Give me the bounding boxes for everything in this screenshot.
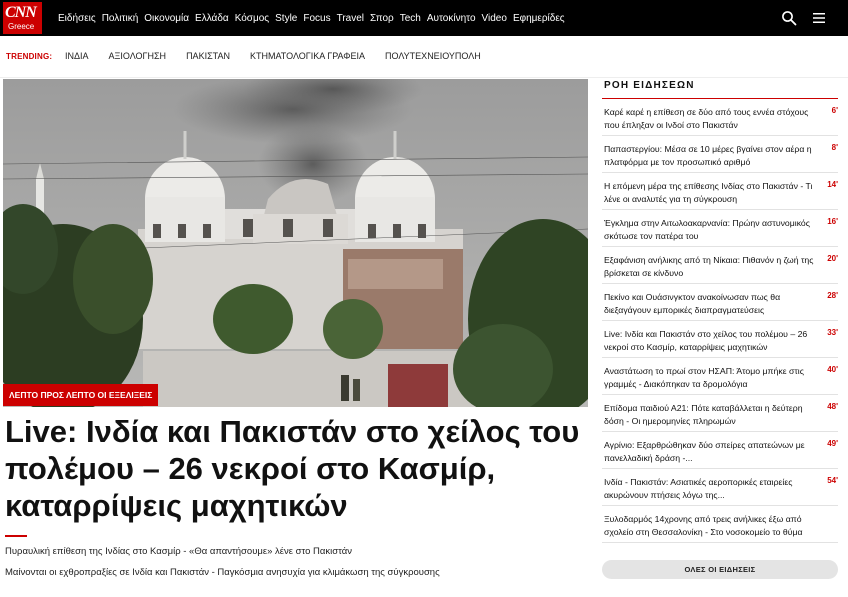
news-feed-list: Καρέ καρέ η επίθεση σε δύο από τους εννέ… <box>602 99 838 543</box>
news-feed-item-age: 20' <box>827 254 838 263</box>
top-navigation-bar: CNN Greece Ειδήσεις Πολιτική Οικονομία Ελλά… <box>0 0 848 36</box>
hamburger-menu-icon[interactable] <box>812 11 826 25</box>
trending-topics: ΙΝΔΙΑ ΑΞΙΟΛΟΓΗΣΗ ΠΑΚΙΣΤΑΝ ΚΤΗΜΑΤΟΛΟΓΙΚΑ ΓΡΑ… <box>65 51 481 61</box>
news-feed-title: ΡΟΗ ΕΙΔΗΣΕΩΝ <box>604 80 695 91</box>
news-feed-item[interactable]: Η επόμενη μέρα της επίθεσης Ινδίας στο Π… <box>602 173 838 210</box>
news-feed-item-age: 28' <box>827 291 838 300</box>
nav-item[interactable]: Σπορ <box>370 13 394 24</box>
news-feed-item-text: Εξαφάνιση ανήλικης από τη Νίκαια: Πιθανό… <box>604 255 814 278</box>
nav-item[interactable]: Αυτοκίνητο <box>427 13 476 24</box>
related-articles: Πυραυλική επίθεση της Ινδίας στο Κασμίρ … <box>5 546 588 588</box>
trending-topic[interactable]: ΑΞΙΟΛΟΓΗΣΗ <box>109 51 167 61</box>
trending-label: TRENDING: <box>6 52 53 61</box>
related-article-link[interactable]: Πυραυλική επίθεση της Ινδίας στο Κασμίρ … <box>5 546 588 557</box>
nav-item[interactable]: Πολιτική <box>102 13 139 24</box>
news-feed-item-text: Live: Ινδία και Πακιστάν στο χείλος του … <box>604 329 808 352</box>
news-feed-item-age: 48' <box>827 402 838 411</box>
trending-bar: TRENDING: ΙΝΔΙΑ ΑΞΙΟΛΟΓΗΣΗ ΠΑΚΙΣΤΑΝ ΚΤΗΜΑΤΟ… <box>0 36 848 78</box>
main-menu: Ειδήσεις Πολιτική Οικονομία Ελλάδα Κόσμος Sty… <box>58 0 565 36</box>
news-feed-item[interactable]: Live: Ινδία και Πακιστάν στο χείλος του … <box>602 321 838 358</box>
news-feed-item-text: Η επόμενη μέρα της επίθεσης Ινδίας στο Π… <box>604 181 813 204</box>
cnn-greece-logo[interactable]: CNN Greece <box>3 2 42 34</box>
news-feed-item-text: Ξυλοδαρμός 14χρονης από τρεις ανήλικες έ… <box>604 514 803 537</box>
news-feed-item[interactable]: Αναστάτωση το πρωί στον ΗΣΑΠ: Άτομο μπήκ… <box>602 358 838 395</box>
logo-subtext: Greece <box>8 22 35 31</box>
news-feed-item[interactable]: Εξαφάνιση ανήλικης από τη Νίκαια: Πιθανό… <box>602 247 838 284</box>
news-feed-item-age: 33' <box>827 328 838 337</box>
nav-item[interactable]: Travel <box>337 13 364 24</box>
news-feed-item-text: Ινδία - Πακιστάν: Ασιατικές αεροπορικές … <box>604 477 793 500</box>
news-feed-item-age: 14' <box>827 180 838 189</box>
news-feed-item-age: 6' <box>831 106 838 115</box>
hero-image[interactable] <box>3 79 588 407</box>
news-feed-item-text: Αγρίνιο: Εξαρθρώθηκαν δύο σπείρες απατεώ… <box>604 440 805 463</box>
all-news-button[interactable]: ΟΛΕΣ ΟΙ ΕΙΔΗΣΕΙΣ <box>602 560 838 579</box>
logo-text: CNN <box>5 4 37 21</box>
nav-item[interactable]: Εφημερίδες <box>513 13 565 24</box>
news-feed-item-text: Καρέ καρέ η επίθεση σε δύο από τους εννέ… <box>604 107 809 130</box>
news-feed-item-age: 40' <box>827 365 838 374</box>
trending-topic[interactable]: ΚΤΗΜΑΤΟΛΟΓΙΚΑ ΓΡΑΦΕΙΑ <box>250 51 365 61</box>
news-feed-item-text: Αναστάτωση το πρωί στον ΗΣΑΠ: Άτομο μπήκ… <box>604 366 804 389</box>
trending-topic[interactable]: ΙΝΔΙΑ <box>65 51 89 61</box>
nav-item[interactable]: Οικονομία <box>144 13 189 24</box>
news-feed-item[interactable]: Ξυλοδαρμός 14χρονης από τρεις ανήλικες έ… <box>602 506 838 543</box>
news-feed-item-age: 54' <box>827 476 838 485</box>
news-feed-item-age: 16' <box>827 217 838 226</box>
search-icon[interactable] <box>781 10 797 26</box>
nav-item[interactable]: Style <box>275 13 297 24</box>
news-feed-item-text: Έγκλημα στην Αιτωλοακαρνανία: Πρώην αστυ… <box>604 218 810 241</box>
news-feed-item-text: Παπαστεργίου: Μέσα σε 10 μέρες βγαίνει σ… <box>604 144 812 167</box>
related-article-link[interactable]: Μαίνονται οι εχθροπραξίες σε Ινδία και Π… <box>5 567 588 578</box>
headline-divider <box>5 535 27 537</box>
news-feed-item[interactable]: Παπαστεργίου: Μέσα σε 10 μέρες βγαίνει σ… <box>602 136 838 173</box>
news-feed-item-text: Πεκίνο και Ουάσινγκτον ανακοίνωσαν πως θ… <box>604 292 781 315</box>
nav-item[interactable]: Video <box>482 13 507 24</box>
trending-topic[interactable]: ΠΟΛΥΤΕΧΝΕΙΟΥΠΟΛΗ <box>385 51 481 61</box>
nav-item[interactable]: Focus <box>303 13 330 24</box>
news-feed-item[interactable]: Επίδομα παιδιού Α21: Πότε καταβάλλεται η… <box>602 395 838 432</box>
trending-topic[interactable]: ΠΑΚΙΣΤΑΝ <box>186 51 230 61</box>
news-feed-item[interactable]: Καρέ καρέ η επίθεση σε δύο από τους εννέ… <box>602 99 838 136</box>
news-feed-item-age: 8' <box>831 143 838 152</box>
nav-item[interactable]: Κόσμος <box>235 13 269 24</box>
news-feed-item[interactable]: Αγρίνιο: Εξαρθρώθηκαν δύο σπείρες απατεώ… <box>602 432 838 469</box>
news-feed-item-age: 49' <box>827 439 838 448</box>
main-headline[interactable]: Live: Ινδία και Πακιστάν στο χείλος του … <box>5 413 588 524</box>
news-feed-item-text: Επίδομα παιδιού Α21: Πότε καταβάλλεται η… <box>604 403 803 426</box>
nav-item[interactable]: Ελλάδα <box>195 13 229 24</box>
news-feed-item[interactable]: Πεκίνο και Ουάσινγκτον ανακοίνωσαν πως θ… <box>602 284 838 321</box>
nav-item[interactable]: Ειδήσεις <box>58 13 96 24</box>
nav-item[interactable]: Tech <box>400 13 421 24</box>
news-feed-item[interactable]: Έγκλημα στην Αιτωλοακαρνανία: Πρώην αστυ… <box>602 210 838 247</box>
live-updates-badge[interactable]: ΛΕΠΤΟ ΠΡΟΣ ΛΕΠΤΟ ΟΙ ΕΞΕΛΙΞΕΙΣ <box>3 384 159 406</box>
news-feed-item[interactable]: Ινδία - Πακιστάν: Ασιατικές αεροπορικές … <box>602 469 838 506</box>
